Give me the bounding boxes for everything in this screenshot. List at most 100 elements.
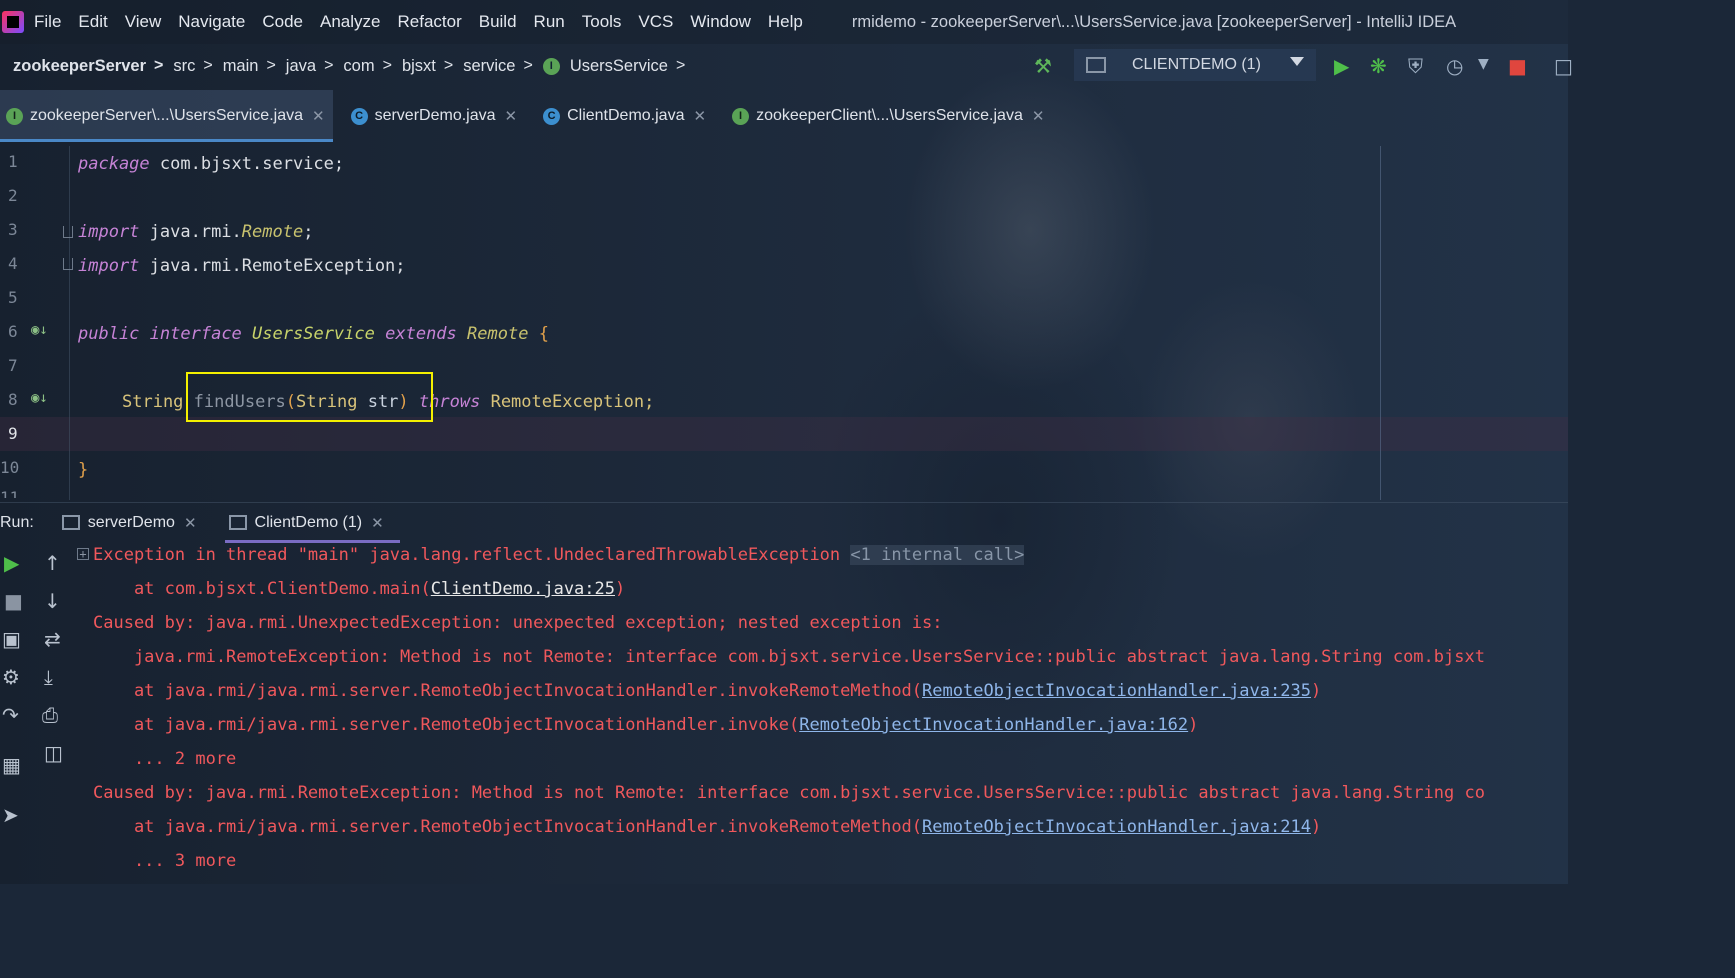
breadcrumb-bjsxt[interactable]: bjsxt >: [402, 57, 463, 76]
breadcrumb-project[interactable]: zookeeperServer >: [13, 57, 173, 76]
menu-run[interactable]: Run: [534, 12, 565, 32]
line-number: 1: [8, 152, 18, 171]
right-margin-guide: [1380, 146, 1381, 500]
stack-trace-link[interactable]: RemoteObjectInvocationHandler.java:214: [922, 817, 1311, 837]
menu-window[interactable]: Window: [690, 12, 750, 32]
breadcrumb-main[interactable]: main >: [223, 57, 286, 76]
interface-icon: I: [732, 107, 750, 125]
close-icon[interactable]: ✕: [693, 107, 706, 125]
stop-icon[interactable]: ■: [1508, 54, 1527, 78]
close-icon[interactable]: ✕: [312, 107, 325, 125]
close-icon[interactable]: ✕: [505, 107, 518, 125]
down-arrow-icon[interactable]: ↓: [44, 589, 61, 613]
window-title: rmidemo - zookeeperServer\...\UsersServi…: [851, 12, 1457, 31]
line-number: 3: [8, 220, 18, 239]
fold-marker-icon[interactable]: [63, 258, 73, 270]
code-line-6: public interface UsersService extends Re…: [78, 324, 549, 344]
line-number: 7: [8, 356, 18, 375]
console-line: Caused by: java.rmi.RemoteException: Met…: [93, 783, 1485, 803]
class-icon: C: [350, 107, 368, 125]
console-line: java.rmi.RemoteException: Method is not …: [93, 647, 1485, 667]
debug-bug-icon[interactable]: ❋: [1370, 54, 1387, 78]
console-icon: [61, 515, 80, 530]
stop-icon[interactable]: ■: [4, 589, 23, 613]
chevron-right-icon: >: [523, 57, 533, 74]
interface-icon: I: [6, 107, 23, 125]
fold-marker-icon[interactable]: [63, 226, 73, 238]
breadcrumb-src[interactable]: src >: [173, 57, 222, 76]
menu-build[interactable]: Build: [479, 12, 517, 32]
editor-tab-bar: I zookeeperServer\...\UsersService.java …: [0, 90, 1568, 142]
trash-icon[interactable]: ◫: [44, 741, 63, 765]
rerun-icon[interactable]: ▶: [4, 551, 19, 575]
login-icon[interactable]: ↷: [2, 703, 19, 727]
camera-icon[interactable]: ▣: [2, 627, 21, 651]
stack-trace-link[interactable]: RemoteObjectInvocationHandler.java:162: [799, 715, 1188, 735]
breadcrumb-usersservice[interactable]: I UsersService >: [542, 57, 695, 76]
run-tool-header: Run: serverDemo ✕ ClientDemo (1) ✕: [0, 502, 1568, 543]
scroll-to-end-icon[interactable]: ⤓: [44, 665, 53, 689]
breadcrumb-com[interactable]: com >: [343, 57, 402, 76]
implemented-marker-icon[interactable]: ◉↓: [31, 390, 48, 406]
settings-icon[interactable]: ⚙: [2, 665, 20, 689]
run-configuration-select[interactable]: CLIENTDEMO (1): [1074, 49, 1316, 81]
gutter-divider: [69, 146, 70, 500]
menu-navigate[interactable]: Navigate: [178, 12, 245, 32]
console-line: ... 3 more: [93, 851, 237, 871]
print-icon[interactable]: ⎙: [42, 703, 58, 727]
console-line: at java.rmi/java.rmi.server.RemoteObject…: [93, 715, 1199, 735]
navigation-bar: zookeeperServer > src > main > java > com > b…: [0, 44, 1573, 88]
console-line: at com.bjsxt.ClientDemo.main(ClientDemo.…: [93, 579, 626, 599]
menu-edit[interactable]: Edit: [78, 12, 107, 32]
tab-zookeeperclient-usersservice[interactable]: I zookeeperClient\...\UsersService.java …: [726, 90, 1052, 142]
run-play-icon[interactable]: ▶: [1334, 54, 1349, 78]
interface-icon: I: [542, 57, 560, 75]
internal-call-fold[interactable]: <1 internal call>: [850, 545, 1025, 565]
run-config-icon: [1086, 57, 1106, 73]
line-number: 11: [0, 488, 20, 498]
menu-vcs[interactable]: VCS: [638, 12, 673, 32]
console-output[interactable]: + Exception in thread "main" java.lang.r…: [75, 542, 1568, 884]
code-line-3: import java.rmi.Remote;: [78, 222, 314, 242]
build-hammer-icon[interactable]: ⚒: [1034, 54, 1052, 78]
menu-refactor[interactable]: Refactor: [397, 12, 461, 32]
menu-help[interactable]: Help: [768, 12, 803, 32]
coverage-shield-icon[interactable]: ⛨: [1408, 54, 1423, 78]
run-tab-clientdemo[interactable]: ClientDemo (1) ✕: [224, 503, 400, 543]
run-tab-serverdemo[interactable]: serverDemo ✕: [61, 503, 209, 543]
highlight-annotation-box: [186, 372, 433, 422]
code-line-4: import java.rmi.RemoteException;: [78, 256, 406, 276]
up-arrow-icon[interactable]: ↑: [44, 551, 61, 575]
menu-tools[interactable]: Tools: [582, 12, 622, 32]
menu-view[interactable]: View: [125, 12, 162, 32]
soft-wrap-icon[interactable]: ⇄: [44, 627, 61, 651]
chevron-right-icon: >: [443, 57, 454, 74]
line-number: 4: [8, 254, 18, 273]
pin-icon[interactable]: ➤: [2, 803, 19, 827]
console-line: ... 2 more: [93, 749, 237, 769]
layout-icon[interactable]: □: [1554, 54, 1573, 78]
stack-trace-link[interactable]: ClientDemo.java:25: [431, 579, 615, 599]
tab-clientdemo[interactable]: C ClientDemo.java ✕: [537, 90, 714, 142]
code-line-10: }: [78, 460, 89, 480]
expand-icon[interactable]: +: [77, 548, 89, 560]
tab-zookeeperserver-usersservice[interactable]: I zookeeperServer\...\UsersService.java …: [0, 90, 333, 142]
tab-serverdemo[interactable]: C serverDemo.java ✕: [345, 90, 526, 142]
console-line: at java.rmi/java.rmi.server.RemoteObject…: [93, 681, 1322, 701]
menu-analyze[interactable]: Analyze: [320, 12, 380, 32]
close-icon[interactable]: ✕: [184, 514, 197, 532]
layout-icon[interactable]: ▦: [2, 753, 21, 777]
run-configuration-label: CLIENTDEMO (1): [1132, 56, 1261, 73]
profile-dropdown-icon[interactable]: ▼: [1478, 56, 1489, 72]
implemented-marker-icon[interactable]: ◉↓: [31, 322, 48, 338]
menu-file[interactable]: File: [34, 12, 61, 32]
close-icon[interactable]: ✕: [371, 514, 384, 532]
line-number: 5: [8, 288, 18, 307]
breadcrumb-service[interactable]: service >: [463, 57, 543, 76]
profile-icon[interactable]: ◷: [1446, 54, 1463, 78]
code-editor[interactable]: 1 2 3 4 5 6 7 8 9 10 11 ◉↓ ◉↓ package co…: [0, 146, 1568, 500]
menu-code[interactable]: Code: [262, 12, 303, 32]
stack-trace-link[interactable]: RemoteObjectInvocationHandler.java:235: [922, 681, 1311, 701]
close-icon[interactable]: ✕: [1032, 107, 1045, 125]
breadcrumb-java[interactable]: java >: [286, 57, 344, 76]
